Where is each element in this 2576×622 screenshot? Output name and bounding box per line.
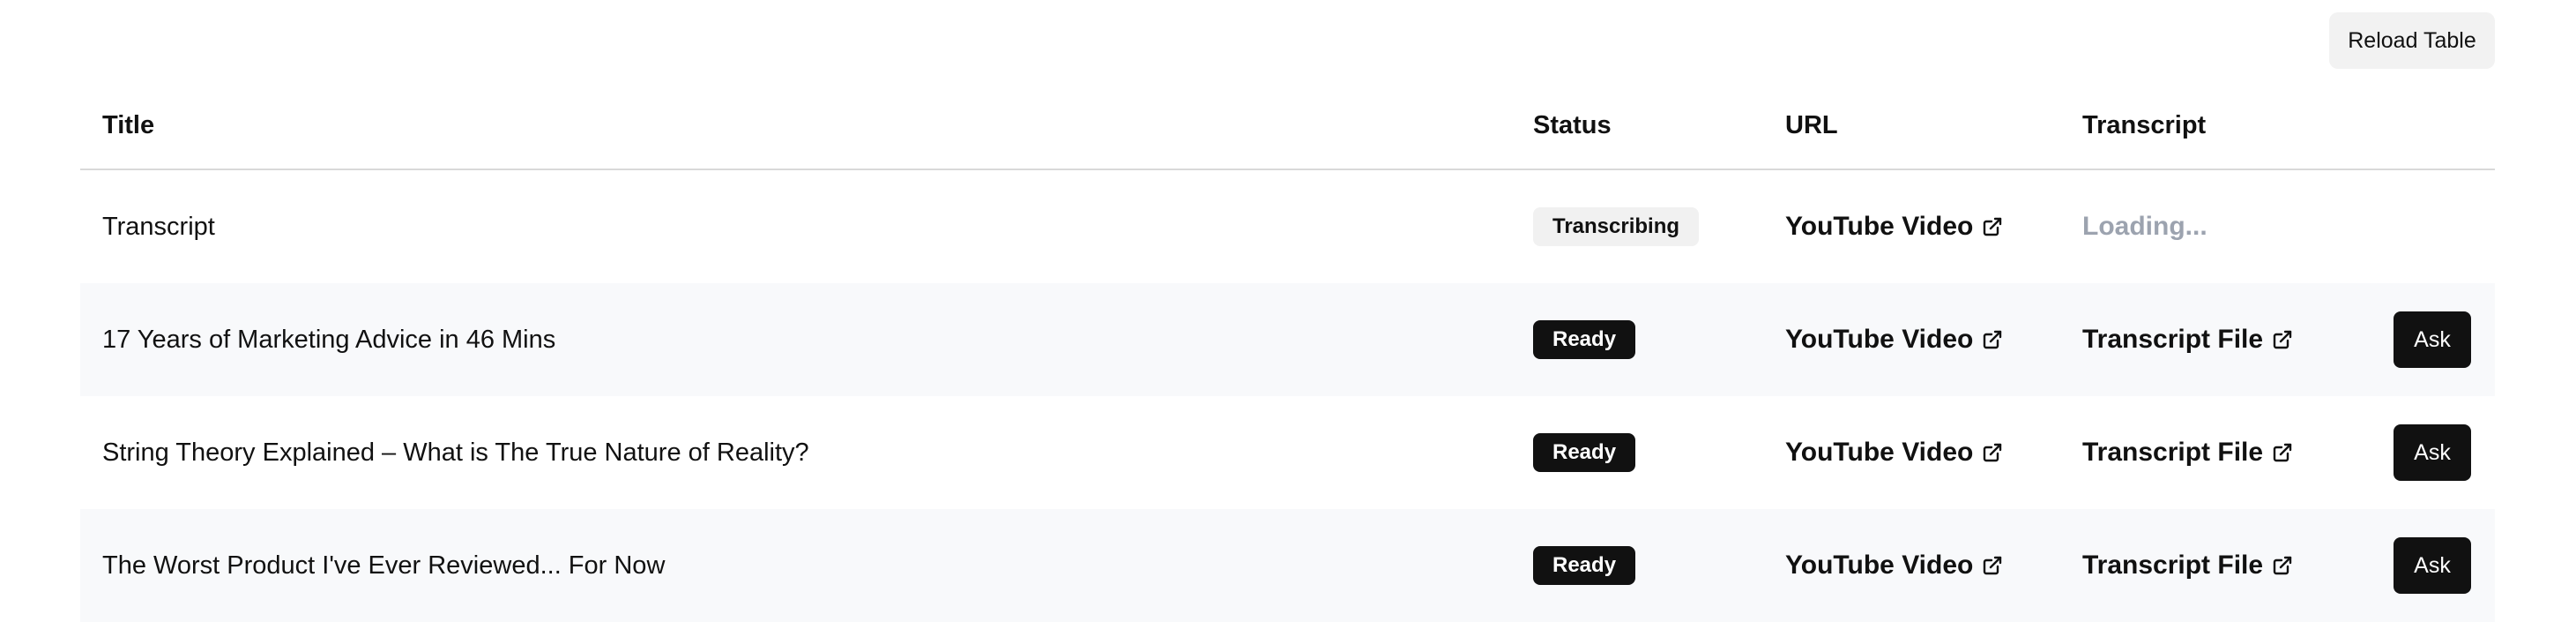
action-cell: Ask [2394,283,2471,396]
status-badge: Ready [1533,546,1636,585]
title-cell: String Theory Explained – What is The Tr… [102,396,809,509]
status-cell: Transcribing [1533,170,1700,283]
status-cell: Ready [1533,396,1636,509]
header-url: URL [1785,111,1838,139]
youtube-video-link[interactable]: YouTube Video [1785,212,2003,242]
status-cell: Ready [1533,283,1636,396]
table-row: String Theory Explained – What is The Tr… [80,396,2495,509]
youtube-video-link-label: YouTube Video [1785,551,1974,580]
youtube-video-link[interactable]: YouTube Video [1785,551,2003,581]
external-link-icon [2272,555,2293,576]
transcript-file-link-label: Transcript File [2082,325,2264,354]
url-cell: YouTube Video [1785,509,2003,622]
transcript-cell: Transcript File [2082,396,2293,509]
transcripts-table: Title Status URL Transcript Transcript T… [80,88,2495,622]
external-link-icon [1982,216,2003,237]
title-cell: 17 Years of Marketing Advice in 46 Mins [102,283,555,396]
status-badge: Ready [1533,320,1636,359]
external-link-icon [1982,442,2003,463]
row-title: String Theory Explained – What is The Tr… [102,438,809,467]
status-badge: Ready [1533,433,1636,472]
transcript-file-link-label: Transcript File [2082,551,2264,580]
status-badge: Transcribing [1533,207,1700,246]
reload-table-button[interactable]: Reload Table [2329,12,2495,69]
transcript-cell: Transcript File [2082,283,2293,396]
action-cell: Ask [2394,396,2471,509]
header-transcript: Transcript [2082,111,2207,139]
transcript-cell: Transcript File [2082,509,2293,622]
transcript-file-link[interactable]: Transcript File [2082,325,2293,355]
youtube-video-link-label: YouTube Video [1785,212,1974,241]
external-link-icon [1982,555,2003,576]
youtube-video-link[interactable]: YouTube Video [1785,438,2003,468]
transcript-file-link[interactable]: Transcript File [2082,438,2293,468]
url-cell: YouTube Video [1785,396,2003,509]
youtube-video-link-label: YouTube Video [1785,325,1974,354]
url-cell: YouTube Video [1785,283,2003,396]
table-header: Title Status URL Transcript [80,88,2495,170]
transcript-file-link[interactable]: Transcript File [2082,551,2293,581]
row-title: Transcript [102,212,215,241]
youtube-video-link[interactable]: YouTube Video [1785,325,2003,355]
row-title: 17 Years of Marketing Advice in 46 Mins [102,325,556,354]
row-title: The Worst Product I've Ever Reviewed... … [102,551,666,580]
table-row: The Worst Product I've Ever Reviewed... … [80,509,2495,622]
external-link-icon [1982,329,2003,350]
status-cell: Ready [1533,509,1636,622]
transcript-loading-text: Loading... [2082,212,2207,241]
header-title: Title [102,111,155,139]
title-cell: The Worst Product I've Ever Reviewed... … [102,509,665,622]
ask-button[interactable]: Ask [2394,424,2471,481]
ask-button[interactable]: Ask [2394,537,2471,594]
external-link-icon [2272,329,2293,350]
external-link-icon [2272,442,2293,463]
ask-button[interactable]: Ask [2394,311,2471,368]
url-cell: YouTube Video [1785,170,2003,283]
table-row: 17 Years of Marketing Advice in 46 Mins … [80,283,2495,396]
title-cell: Transcript [102,170,215,283]
table-row: Transcript Transcribing YouTube Video Lo… [80,170,2495,283]
action-cell: Ask [2394,509,2471,622]
header-status: Status [1533,111,1612,139]
transcript-cell: Loading... [2082,170,2207,283]
youtube-video-link-label: YouTube Video [1785,438,1974,467]
transcript-file-link-label: Transcript File [2082,438,2264,467]
